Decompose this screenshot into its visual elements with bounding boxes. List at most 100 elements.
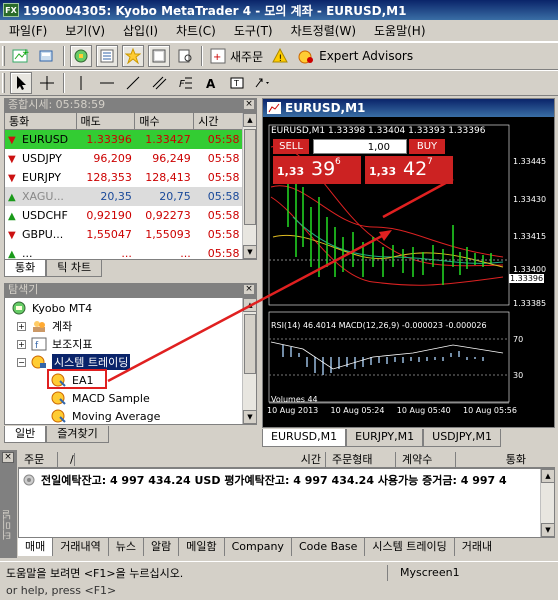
navigator-icon[interactable] bbox=[122, 45, 144, 67]
tree-item-macd-sample[interactable]: MACD Sample bbox=[51, 390, 150, 406]
toolbar-grip[interactable] bbox=[2, 46, 5, 66]
tree-item-moving-average[interactable]: Moving Average bbox=[51, 408, 160, 424]
bid-cell: 96,209 bbox=[93, 151, 132, 165]
tab-company[interactable]: Company bbox=[225, 538, 292, 556]
chart-tab-eurusd[interactable]: EURUSD,M1 bbox=[262, 429, 347, 447]
chart-tab-usdjpy[interactable]: USDJPY,M1 bbox=[423, 429, 501, 447]
scroll-up-icon[interactable]: ▲ bbox=[243, 298, 256, 312]
scroll-down-icon[interactable]: ▼ bbox=[541, 523, 554, 537]
meta-editor-icon[interactable]: ! bbox=[269, 45, 291, 67]
crosshair-icon[interactable] bbox=[36, 72, 58, 94]
market-watch-close-icon[interactable]: × bbox=[243, 99, 255, 110]
scroll-down-icon[interactable]: ▼ bbox=[243, 410, 256, 424]
tab-mailbox[interactable]: 메일함 bbox=[179, 538, 225, 556]
market-watch-row[interactable]: ▼ EURJPY 128,353 128,413 05:58 bbox=[5, 168, 243, 187]
menu-insert[interactable]: 삽입(I) bbox=[114, 22, 167, 39]
menu-file[interactable]: 파일(F) bbox=[0, 22, 56, 39]
tab-favorites[interactable]: 즐겨찾기 bbox=[46, 426, 109, 443]
market-watch-row[interactable]: ▼ GBPU... 1,55047 1,55093 05:58 bbox=[5, 225, 243, 244]
trendline-icon[interactable] bbox=[122, 72, 144, 94]
scroll-thumb[interactable] bbox=[244, 129, 256, 225]
col-size[interactable]: 계약수 bbox=[396, 452, 456, 467]
market-watch-row[interactable]: ▼ USDJPY 96,209 96,249 05:58 bbox=[5, 149, 243, 168]
col-ask[interactable]: 매수 bbox=[134, 113, 195, 130]
tab-journal[interactable]: 거래내 bbox=[455, 538, 499, 556]
expand-icon[interactable]: + bbox=[17, 339, 26, 349]
market-watch-toggle-icon[interactable] bbox=[70, 45, 92, 67]
arrows-dropdown-icon[interactable] bbox=[252, 72, 274, 94]
buy-price-box[interactable]: 1,33 42 7 bbox=[365, 156, 453, 184]
col-symbol[interactable]: 통화 bbox=[5, 113, 77, 130]
menu-view[interactable]: 보기(V) bbox=[56, 22, 114, 39]
new-order-button[interactable]: + 새주문 bbox=[206, 48, 267, 65]
col-time[interactable]: 시간 bbox=[193, 113, 243, 130]
col-order[interactable]: 주문 bbox=[18, 452, 58, 467]
expert-advisors-button[interactable]: Expert Advisors bbox=[293, 48, 417, 64]
market-watch-scrollbar[interactable]: ▲ ▼ bbox=[242, 113, 256, 259]
tree-root[interactable]: Kyobo MT4 bbox=[11, 300, 92, 316]
tree-item-label: Moving Average bbox=[72, 409, 161, 423]
text-label-icon[interactable]: T bbox=[226, 72, 248, 94]
tab-tick-chart[interactable]: 틱 차트 bbox=[46, 260, 103, 277]
menu-tools[interactable]: 도구(T) bbox=[225, 22, 282, 39]
tree-item-accounts[interactable]: + 계좌 bbox=[17, 318, 72, 334]
navigator-panel: Kyobo MT4 + 계좌 + f 보조지표 − 시스템 트레이딩 EA1 M… bbox=[4, 297, 257, 425]
market-watch-row[interactable]: ▼ EURUSD 1.33396 1.33427 05:58 bbox=[5, 129, 243, 149]
terminal-side-label: 터미널 bbox=[3, 510, 14, 540]
market-watch-row[interactable]: ▲ XAGU... 20,35 20,75 05:58 bbox=[5, 186, 243, 206]
scroll-down-icon[interactable]: ▼ bbox=[243, 245, 256, 259]
tab-history[interactable]: 거래내역 bbox=[53, 538, 109, 556]
tab-common[interactable]: 일반 bbox=[4, 426, 47, 443]
sell-button[interactable]: SELL bbox=[273, 139, 309, 154]
scroll-up-icon[interactable]: ▲ bbox=[541, 469, 554, 483]
menu-window[interactable]: 차트정렬(W) bbox=[282, 22, 365, 39]
data-window-icon[interactable] bbox=[96, 45, 118, 67]
buy-button[interactable]: BUY bbox=[409, 139, 445, 154]
collapse-icon[interactable]: − bbox=[17, 357, 26, 367]
profiles-button[interactable] bbox=[36, 45, 58, 67]
channel-icon[interactable] bbox=[148, 72, 170, 94]
chart-window[interactable]: EURUSD,M1 EURUSD,M1 1.33398 1.33404 1.33… bbox=[262, 98, 555, 428]
tab-alerts[interactable]: 알람 bbox=[144, 538, 180, 556]
vertical-line-icon[interactable] bbox=[70, 72, 92, 94]
terminal-icon[interactable] bbox=[148, 45, 170, 67]
status-profile[interactable]: Myscreen1 bbox=[388, 566, 460, 579]
col-sort[interactable]: / bbox=[58, 452, 266, 467]
col-symbol[interactable]: 통화 bbox=[456, 452, 536, 467]
window-title: 1990004305: Kyobo MetaTrader 4 - 모의 계좌 -… bbox=[23, 3, 407, 18]
terminal-close-icon[interactable]: × bbox=[2, 452, 14, 463]
expand-icon[interactable]: + bbox=[17, 321, 26, 331]
horizontal-line-icon[interactable] bbox=[96, 72, 118, 94]
text-tool-icon[interactable]: A bbox=[200, 72, 222, 94]
new-chart-button[interactable]: + bbox=[10, 45, 32, 67]
menu-help[interactable]: 도움말(H) bbox=[365, 22, 435, 39]
tab-symbols[interactable]: 통화 bbox=[4, 260, 47, 277]
chart-tab-eurjpy[interactable]: EURJPY,M1 bbox=[346, 429, 424, 447]
terminal-scrollbar[interactable]: ▲ ▼ bbox=[540, 469, 554, 537]
scroll-up-icon[interactable]: ▲ bbox=[243, 113, 256, 127]
market-watch-row[interactable]: ▲......... 05:58 bbox=[5, 244, 243, 260]
market-watch-row[interactable]: ▲ USDCHF 0,92190 0,92273 05:58 bbox=[5, 206, 243, 225]
toolbar-grip[interactable] bbox=[2, 73, 5, 93]
menu-chart[interactable]: 차트(C) bbox=[167, 22, 225, 39]
scroll-thumb[interactable] bbox=[244, 314, 256, 374]
tree-item-indicators[interactable]: + f 보조지표 bbox=[17, 336, 92, 352]
tree-item-expert-advisors[interactable]: − 시스템 트레이딩 bbox=[17, 354, 131, 370]
cursor-icon[interactable] bbox=[10, 72, 32, 94]
col-type[interactable]: 주문형태 bbox=[326, 452, 396, 467]
strategy-tester-icon[interactable] bbox=[174, 45, 196, 67]
navigator-close-icon[interactable]: × bbox=[243, 284, 255, 295]
col-bid[interactable]: 매도 bbox=[76, 113, 136, 130]
navigator-scrollbar[interactable]: ▲ ▼ bbox=[242, 298, 256, 424]
tab-trade[interactable]: 매매 bbox=[18, 538, 54, 556]
tab-code-base[interactable]: Code Base bbox=[292, 538, 366, 556]
sell-price-box[interactable]: 1,33 39 6 bbox=[273, 156, 361, 184]
expert-advisors-label: Expert Advisors bbox=[319, 49, 414, 63]
col-time[interactable]: 시간 bbox=[266, 452, 326, 467]
balance-row[interactable]: 전일예탁잔고: 4 997 434.24 USD 평가예탁잔고: 4 997 4… bbox=[23, 472, 507, 488]
expert-advisors-icon bbox=[298, 50, 314, 64]
fibonacci-icon[interactable]: F bbox=[174, 72, 196, 94]
tab-news[interactable]: 뉴스 bbox=[109, 538, 144, 556]
lot-size-input[interactable]: 1,00 bbox=[313, 139, 407, 154]
tab-experts[interactable]: 시스템 트레이딩 bbox=[365, 538, 455, 556]
